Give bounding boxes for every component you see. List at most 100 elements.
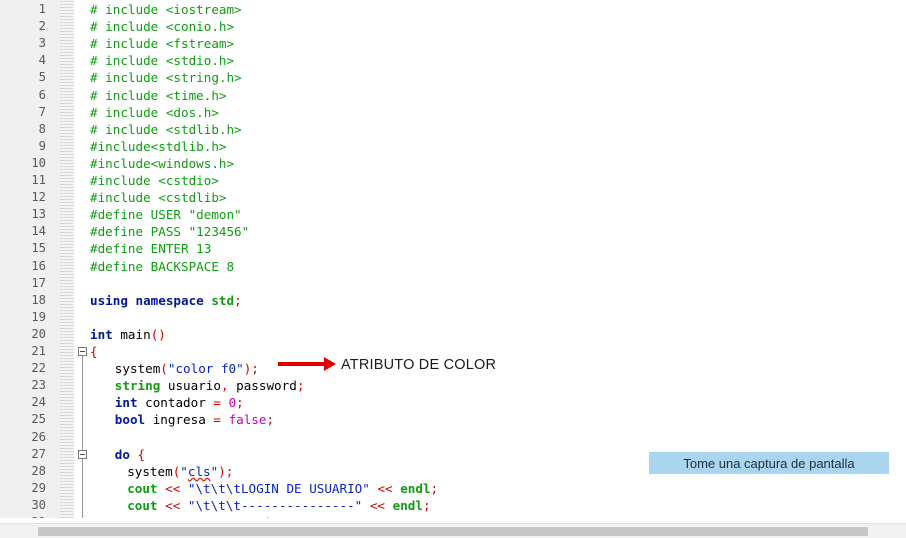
line-content[interactable]: # include <stdlib.h> [90,121,242,138]
token-num: false [228,412,267,428]
code-line[interactable]: 14 #define PASS "123456" [0,223,906,240]
token-pre: #include<windows.h> [90,155,235,171]
line-content[interactable]: cout << "\t\t\tLOGIN DE USUARIO" << endl… [127,480,438,497]
token-plain: ingresa [152,412,214,428]
code-line[interactable]: 12 #include <cstdlib> [0,189,906,206]
line-content[interactable]: int main() [90,326,166,343]
code-line[interactable]: 16 #define BACKSPACE 8 [0,258,906,275]
token-kw: using namespace [90,292,212,308]
line-content[interactable]: #define BACKSPACE 8 [90,258,234,275]
token-punc: = [213,412,229,428]
code-line[interactable]: 19 [0,309,906,326]
code-line[interactable]: 4 # include <stdio.h> [0,52,906,69]
line-content[interactable]: # include <iostream> [90,1,242,18]
code-line[interactable]: 24 int contador = 0; [0,394,906,411]
token-punc: << [157,480,188,496]
token-punc: ; [430,480,439,496]
line-number: 29 [31,480,46,495]
line-number: 12 [31,190,46,205]
token-plain: contador [145,395,214,411]
line-number: 9 [38,138,46,153]
line-content[interactable]: string usuario, password; [115,377,305,394]
line-content[interactable]: #define PASS "123456" [90,223,249,240]
code-line[interactable]: 2 # include <conio.h> [0,18,906,35]
line-content[interactable]: #define USER "demon" [90,206,242,223]
code-line[interactable]: 6 # include <time.h> [0,87,906,104]
line-content[interactable]: #include <cstdio> [90,172,219,189]
token-punc: = [213,395,229,411]
line-number: 3 [38,36,46,51]
token-type: std [211,292,235,308]
code-line[interactable]: 26 [0,429,906,446]
line-content[interactable]: # include <dos.h> [90,104,219,121]
line-content[interactable]: # include <stdio.h> [90,52,234,69]
code-lines[interactable]: 1 # include <iostream> 2 # include <conio.h… [0,0,906,530]
token-punc: ); [218,463,234,479]
code-line[interactable]: 15 #define ENTER 13 [0,240,906,257]
line-number: 6 [38,87,46,102]
token-plain: usuario [160,378,221,394]
token-punc: , [220,378,229,394]
code-line[interactable]: 29 cout << "\t\t\tLOGIN DE USUARIO" << en… [0,480,906,497]
code-line[interactable]: 9 #include<stdlib.h> [0,138,906,155]
line-content[interactable]: #include<stdlib.h> [90,138,226,155]
code-line[interactable]: 13 #define USER "demon" [0,206,906,223]
code-line[interactable]: 3 # include <fstream> [0,35,906,52]
code-line[interactable]: 10 #include<windows.h> [0,155,906,172]
line-number: 17 [31,275,46,290]
code-line[interactable]: 7 # include <dos.h> [0,104,906,121]
fold-guide-line [82,458,83,524]
line-content[interactable]: #define ENTER 13 [90,240,211,257]
line-content[interactable]: #include<windows.h> [90,155,234,172]
line-number: 2 [38,19,46,34]
token-id: main [120,326,151,342]
code-line[interactable]: 8 # include <stdlib.h> [0,121,906,138]
code-line[interactable]: 1 # include <iostream> [0,1,906,18]
token-punc: ; [266,412,275,428]
scrollbar-thumb[interactable] [38,527,868,536]
horizontal-scrollbar[interactable] [0,523,906,538]
token-type: cout [127,497,158,513]
token-punc: ); [243,361,259,377]
token-punc: ; [422,497,431,513]
line-content[interactable]: # include <time.h> [90,87,226,104]
line-content[interactable]: cout << "\t\t\t---------------" << endl; [127,497,430,514]
line-content[interactable]: system("color f0"); [115,360,259,377]
fold-do-block[interactable] [78,449,87,459]
token-id: system [114,361,161,377]
code-line[interactable]: 30 cout << "\t\t\t---------------" << end… [0,497,906,514]
token-punc: ; [234,292,242,308]
code-line[interactable]: 25 bool ingresa = false; [0,411,906,428]
token-punc: << [362,497,393,513]
token-punc: << [369,480,401,496]
token-kw: int [114,395,146,411]
token-pre: # include <stdlib.h> [90,121,242,137]
line-number: 5 [38,70,46,85]
code-line[interactable]: 18 using namespace std; [0,292,906,309]
line-number: 16 [31,258,46,273]
line-content[interactable]: { [90,343,98,360]
line-number: 20 [31,326,46,341]
line-number: 19 [31,309,46,324]
code-line[interactable]: 23 string usuario, password; [0,377,906,394]
line-number: 8 [38,121,46,136]
token-plain: password [228,378,297,394]
line-content[interactable]: #include <cstdlib> [90,189,226,206]
line-content[interactable]: # include <conio.h> [90,18,234,35]
line-content[interactable]: int contador = 0; [115,394,244,411]
code-line[interactable]: 5 # include <string.h> [0,69,906,86]
line-content[interactable]: do { [115,446,145,463]
line-content[interactable]: system("cls"); [127,463,233,480]
token-type: endl [400,480,431,496]
token-pre: # include <dos.h> [90,104,219,120]
line-content[interactable]: using namespace std; [90,292,242,309]
code-line[interactable]: 20 int main() [0,326,906,343]
token-punc: ; [296,378,305,394]
code-line[interactable]: 17 [0,275,906,292]
line-content[interactable]: bool ingresa = false; [115,411,274,428]
code-line[interactable]: 11 #include <cstdio> [0,172,906,189]
token-pre: #include<stdlib.h> [90,138,227,154]
fold-main-block[interactable] [78,347,87,356]
line-content[interactable]: # include <fstream> [90,35,234,52]
line-content[interactable]: # include <string.h> [90,69,242,86]
